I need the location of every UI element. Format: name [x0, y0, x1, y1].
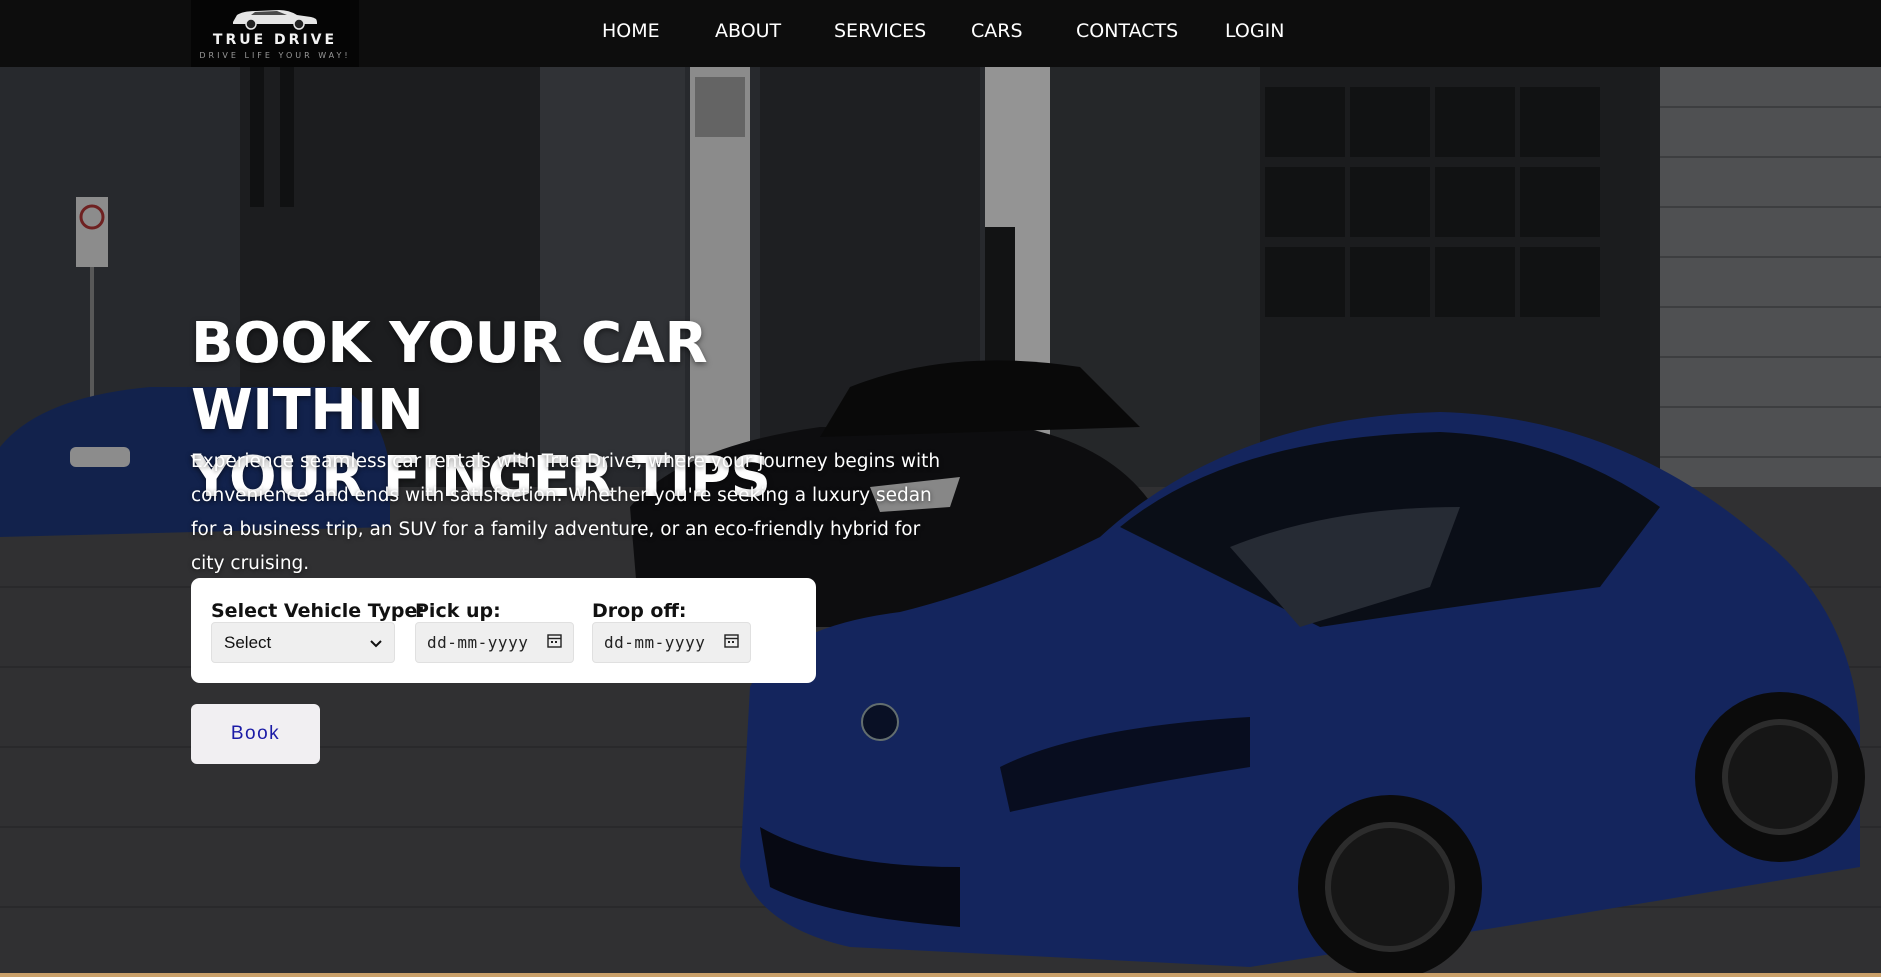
- nav-home[interactable]: HOME: [602, 20, 660, 42]
- nav-contacts[interactable]: CONTACTS: [1076, 20, 1178, 42]
- dropoff-date-input[interactable]: dd-mm-yyyy: [592, 622, 751, 663]
- vehicle-type-select[interactable]: Select: [211, 622, 395, 663]
- bottom-accent-line: [0, 973, 1881, 977]
- brand-tagline: DRIVE LIFE YOUR WAY!: [199, 51, 351, 60]
- calendar-icon[interactable]: [724, 633, 739, 652]
- hero-description: Experience seamless car rentals with Tru…: [191, 451, 941, 574]
- nav-login[interactable]: LOGIN: [1225, 20, 1284, 42]
- vehicle-type-value: Select: [224, 632, 272, 652]
- dropoff-label: Drop off:: [592, 600, 687, 622]
- chevron-down-icon: [370, 633, 382, 653]
- pickup-date-placeholder: dd-mm-yyyy: [427, 633, 529, 652]
- pickup-date-input[interactable]: dd-mm-yyyy: [415, 622, 574, 663]
- dropoff-date-placeholder: dd-mm-yyyy: [604, 633, 706, 652]
- nav-services[interactable]: SERVICES: [834, 20, 926, 42]
- nav-about[interactable]: ABOUT: [715, 20, 781, 42]
- navbar: TRUE DRIVE DRIVE LIFE YOUR WAY! HOME ABO…: [0, 0, 1881, 67]
- nav-cars[interactable]: CARS: [971, 20, 1023, 42]
- car-logo-icon: [233, 10, 317, 30]
- pickup-label: Pick up:: [415, 600, 501, 622]
- booking-form: Select Vehicle Type: Select Pick up: dd-…: [191, 578, 816, 683]
- brand-name: TRUE DRIVE: [212, 32, 338, 48]
- brand-logo[interactable]: TRUE DRIVE DRIVE LIFE YOUR WAY!: [191, 0, 359, 67]
- vehicle-type-label: Select Vehicle Type:: [211, 600, 425, 622]
- book-button[interactable]: Book: [191, 704, 320, 764]
- calendar-icon[interactable]: [547, 633, 562, 652]
- hero-title-line1: BOOK YOUR CAR WITHIN: [191, 311, 708, 443]
